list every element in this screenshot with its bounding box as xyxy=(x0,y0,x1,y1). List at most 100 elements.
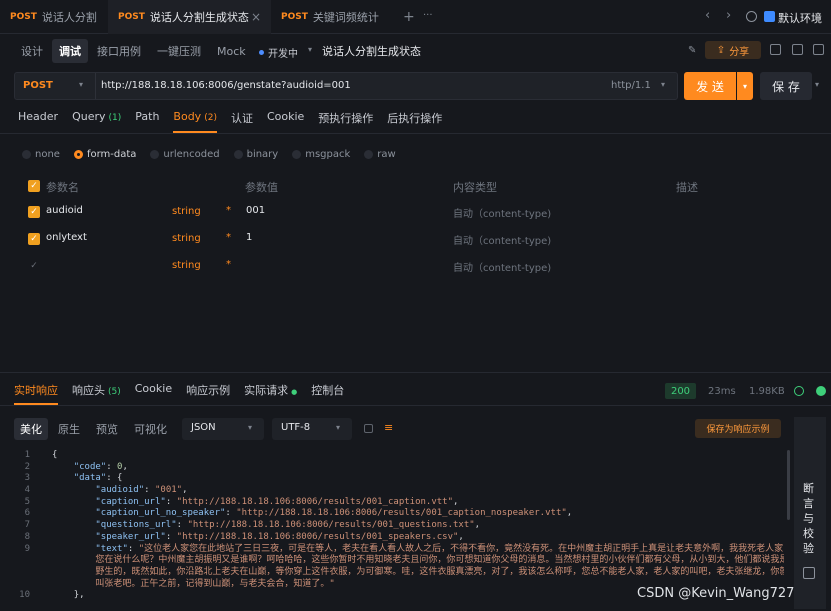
tab-scroll-right-icon[interactable]: › xyxy=(726,8,731,23)
api-title: 说话人分割生成状态 xyxy=(322,45,421,58)
panel-grid-icon[interactable] xyxy=(803,567,815,579)
param-type-select[interactable]: string xyxy=(172,233,201,244)
format-select[interactable]: JSON ▾ xyxy=(182,418,264,440)
json-viewer[interactable]: 1{2 "code": 0, 3 "data": {4 "audioid": "0… xyxy=(14,450,784,608)
header-param-name: 参数名 xyxy=(46,181,79,194)
env-settings-icon[interactable] xyxy=(746,11,757,22)
pane-splitter[interactable] xyxy=(0,372,831,373)
radio-icon xyxy=(364,149,374,159)
send-button[interactable]: 发 送 xyxy=(684,72,736,100)
param-type-select[interactable]: string xyxy=(172,206,201,217)
code-content: 叫张老吧。正午之前，记得到山巅，与老夫会合，知道了。" xyxy=(95,578,335,589)
line-number: 2 xyxy=(24,461,30,472)
add-tab-button[interactable]: + xyxy=(403,9,415,25)
play-icon[interactable] xyxy=(816,386,826,396)
radio-icon xyxy=(292,149,302,159)
format-label: JSON xyxy=(191,422,216,433)
request-tab-7[interactable]: 后执行操作 xyxy=(387,108,442,132)
param-value-input[interactable]: 001 xyxy=(246,205,265,216)
save-button[interactable]: 保 存 xyxy=(760,72,812,100)
param-type-select[interactable]: string xyxy=(172,260,201,271)
request-tab-4[interactable]: 认证 xyxy=(231,108,253,132)
body-type-msgpack[interactable]: msgpack xyxy=(292,149,350,160)
response-tab-3[interactable]: 响应示例 xyxy=(186,380,230,404)
copy-icon[interactable] xyxy=(792,44,803,55)
body-type-none[interactable]: none xyxy=(22,149,60,160)
close-icon[interactable]: × xyxy=(251,10,261,24)
request-tab-5[interactable]: Cookie xyxy=(267,108,304,132)
tab-1[interactable]: POST 说话人分割生成状态 × xyxy=(108,0,271,34)
response-view-2[interactable]: 预览 xyxy=(90,418,124,440)
subnav-item-2[interactable]: 接口用例 xyxy=(90,39,148,63)
method-select[interactable]: POST xyxy=(23,80,53,91)
body-type-urlencoded[interactable]: urlencoded xyxy=(150,149,220,160)
save-as-example-button[interactable]: 保存为响应示例 xyxy=(695,419,781,438)
watermark: CSDN @Kevin_Wang727 xyxy=(637,586,795,601)
param-checkbox[interactable]: ✓ xyxy=(28,206,40,218)
response-view-3[interactable]: 可视化 xyxy=(128,418,173,440)
line-number: 9 xyxy=(24,543,30,554)
chevron-down-icon: ▾ xyxy=(79,80,84,89)
assertion-side-panel[interactable]: 断言与校验 xyxy=(794,417,826,609)
layout-icon[interactable] xyxy=(813,44,824,55)
send-options-button[interactable]: ▾ xyxy=(737,72,753,100)
param-row: ✓ string * 自动（content-type) xyxy=(22,253,831,279)
select-all-checkbox[interactable]: ✓ xyxy=(28,180,40,192)
top-tab-bar: POST 说话人分割 POST 说话人分割生成状态 × POST 关键词频统计 + ··· … xyxy=(0,0,831,34)
response-tab-5[interactable]: 控制台 xyxy=(311,380,344,404)
share-button[interactable]: ⇪ 分享 xyxy=(705,41,761,59)
code-line: 2 "code": 0, xyxy=(14,462,784,474)
response-tab-2[interactable]: Cookie xyxy=(135,380,172,404)
code-content: "text": "这位老人家您在此地站了三日三夜，可是在等人，老夫在看人看人故人… xyxy=(95,543,784,554)
param-name-input[interactable]: onlytext xyxy=(46,232,87,243)
tab-0[interactable]: POST 说话人分割 xyxy=(0,0,108,34)
code-line: 8 "speaker_url": "http://188.18.18.106:8… xyxy=(14,532,784,544)
body-type-form-data[interactable]: form-data xyxy=(73,149,136,160)
request-tab-3[interactable]: Body (2) xyxy=(173,108,217,133)
response-view-1[interactable]: 原生 xyxy=(52,418,86,440)
param-checkbox[interactable]: ✓ xyxy=(28,260,40,272)
env-status-select[interactable]: 开发中 xyxy=(268,45,298,60)
response-tab-1[interactable]: 响应头 (5) xyxy=(72,380,121,404)
tab-scroll-left-icon[interactable]: ‹ xyxy=(705,8,710,23)
tab-2[interactable]: POST 关键词频统计 xyxy=(271,0,391,34)
protocol-select[interactable]: http/1.1 xyxy=(611,80,651,91)
encoding-select[interactable]: UTF-8 ▾ xyxy=(272,418,352,440)
required-icon[interactable]: * xyxy=(226,259,231,270)
body-type-raw[interactable]: raw xyxy=(364,149,396,160)
format-icon[interactable]: ≡ xyxy=(384,421,393,434)
chevron-down-icon[interactable]: ▾ xyxy=(815,80,819,89)
copy-response-icon[interactable] xyxy=(364,424,373,433)
request-tab-2[interactable]: Path xyxy=(135,108,159,132)
required-icon[interactable]: * xyxy=(226,232,231,243)
subnav-item-1[interactable]: 调试 xyxy=(52,39,88,63)
sub-nav: 设计 调试 接口用例 一键压测 Mock 开发中 ▾ 说话人分割生成状态 ✎ ⇪ 分享 xyxy=(0,36,831,66)
response-tab-0[interactable]: 实时响应 xyxy=(14,380,58,405)
param-content-type[interactable]: 自动（content-type) xyxy=(453,232,551,247)
code-scrollbar[interactable] xyxy=(787,450,790,520)
history-icon[interactable] xyxy=(770,44,781,55)
request-tab-label: Cookie xyxy=(266,110,305,123)
request-tab-1[interactable]: Query (1) xyxy=(72,108,121,132)
response-view-0[interactable]: 美化 xyxy=(14,418,48,440)
subnav-item-4[interactable]: Mock xyxy=(210,41,253,62)
param-checkbox[interactable]: ✓ xyxy=(28,233,40,245)
url-input[interactable]: http://188.18.18.106:8006/genstate?audio… xyxy=(101,80,351,91)
globe-icon[interactable] xyxy=(794,386,804,396)
param-content-type[interactable]: 自动（content-type) xyxy=(453,205,551,220)
env-selector[interactable]: 默认环境 xyxy=(778,10,822,26)
param-name-input[interactable]: audioid xyxy=(46,205,83,216)
code-content: 野生的，既然如此，你沿路北上老夫在山巅，等你穿上这件衣服，为可御寒。哇，这件衣服… xyxy=(95,566,784,577)
request-tab-0[interactable]: Header xyxy=(18,108,58,132)
param-value-input[interactable]: 1 xyxy=(246,232,252,243)
body-type-binary[interactable]: binary xyxy=(233,149,278,160)
param-content-type[interactable]: 自动（content-type) xyxy=(453,259,551,274)
line-number: 10 xyxy=(19,590,30,601)
more-tabs-button[interactable]: ··· xyxy=(423,10,433,21)
request-tab-6[interactable]: 预执行操作 xyxy=(318,108,373,132)
subnav-item-3[interactable]: 一键压测 xyxy=(150,39,208,63)
edit-icon[interactable]: ✎ xyxy=(688,45,696,56)
required-icon[interactable]: * xyxy=(226,205,231,216)
response-tab-4[interactable]: 实际请求 ● xyxy=(244,380,297,404)
subnav-item-0[interactable]: 设计 xyxy=(14,39,50,63)
